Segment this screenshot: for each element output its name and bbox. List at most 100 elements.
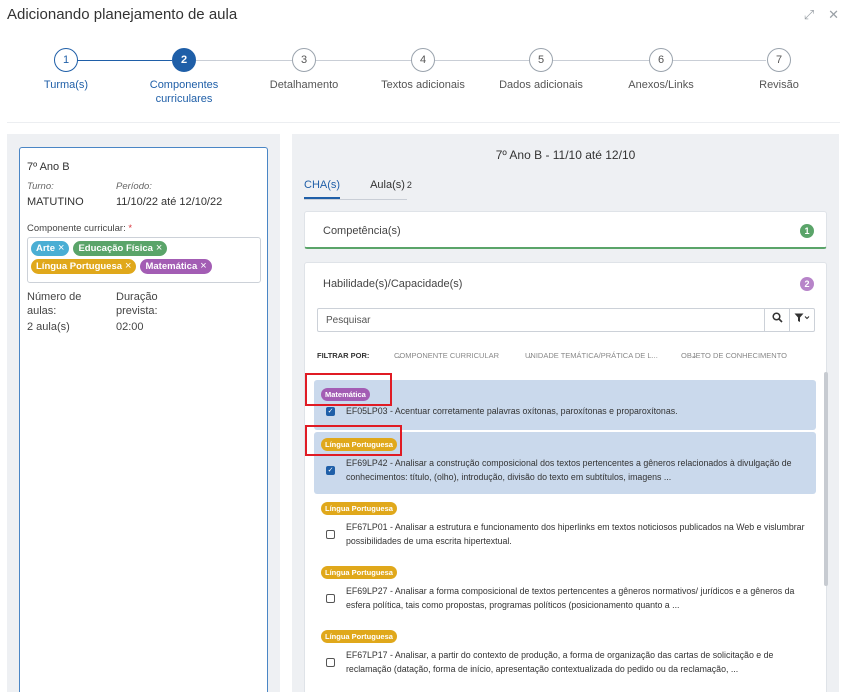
skill-checkbox[interactable] [326,530,335,539]
remove-tag-icon[interactable]: × [156,241,162,256]
period-label: Período: [116,181,152,192]
habilidades-accordion[interactable]: Habilidade(s)/Capacidade(s) 2 Pesquisar … [304,262,827,692]
skill-code: EF67LP01 [346,522,388,532]
skill-item[interactable]: Língua Portuguesa EF67LP17 - Analisar, a… [314,628,816,682]
step-revisao[interactable]: 7 Revisão [719,48,839,92]
step-label: Detalhamento [269,79,339,91]
tag-educacao-fisica: Educação Física × [73,241,168,256]
panel-heading: 7º Ano B - 11/10 até 12/10 [495,148,636,162]
expand-icon[interactable]: ⤢ [804,8,814,22]
filter-unidade-tematica[interactable]: UNIDADE TEMÁTICA/PRÁTICA DE L... ⌄ [525,351,658,360]
duration-value: 02:00 [116,321,144,333]
filter-row: FILTRAR POR: COMPONENTE CURRICULAR ⌄ UNI… [317,351,815,363]
period-value: 11/10/22 até 12/10/22 [116,196,223,208]
modal-title: Adicionando planejamento de aula [7,6,238,23]
tab-count: 2 [406,180,412,190]
divider [7,122,840,123]
filter-button[interactable] [789,309,814,331]
step-anexos-links[interactable]: 6 Anexos/Links [601,48,721,92]
step-number: 1 [54,48,78,72]
step-label: Componentes curriculares [149,79,219,105]
step-textos-adicionais[interactable]: 4 Textos adicionais [363,48,483,92]
search-box[interactable]: Pesquisar [317,308,815,332]
component-label: Componente curricular: * [27,223,132,234]
scrollbar[interactable] [824,372,828,586]
tab-aulas[interactable]: Aula(s) 2 [370,176,412,199]
component-label-text: Componente curricular: [27,223,126,234]
step-label: Turma(s) [43,79,89,91]
close-icon[interactable]: ✕ [828,8,839,22]
skill-checkbox[interactable]: ✓ [326,407,335,416]
step-componentes-curriculares[interactable]: 2 Componentes curriculares [124,48,244,106]
skill-code: EF69LP27 [346,586,388,596]
step-label: Revisão [759,79,799,91]
skill-item[interactable]: Língua Portuguesa EF67LP01 - Analisar a … [314,500,816,554]
filter-option: OBJETO DE CONHECIMENTO [681,351,787,360]
step-detalhamento[interactable]: 3 Detalhamento [244,48,364,92]
tab-chas[interactable]: CHA(s) [304,176,341,199]
tag-label: Língua Portuguesa [36,261,123,272]
tag-arte: Arte × [31,241,70,256]
duration-label: Duração prevista: [116,291,158,317]
skill-text: EF69LP27 - Analisar a forma composiciona… [346,584,806,612]
filter-label: FILTRAR POR: [317,351,370,360]
subject-badge: Língua Portuguesa [321,502,397,515]
skill-description: - Analisar a estrutura e funcionamento d… [346,522,805,546]
count-badge: 2 [800,277,814,291]
tabs: CHA(s) Aula(s) 2 [304,176,442,199]
step-number: 3 [292,48,316,72]
competencias-accordion[interactable]: Competência(s) 1 [304,211,827,249]
tag-label: Arte [36,243,56,254]
subject-badge: Língua Portuguesa [321,630,397,643]
remove-tag-icon[interactable]: × [200,259,206,274]
search-input[interactable]: Pesquisar [326,315,370,326]
skill-text: EF69LP42 - Analisar a construção composi… [346,456,806,484]
skill-code: EF67LP17 [346,650,388,660]
filter-option: UNIDADE TEMÁTICA/PRÁTICA DE L... [525,351,658,360]
filter-option: COMPONENTE CURRICULAR [394,351,500,360]
shift-label: Turno: [27,181,54,192]
class-card[interactable]: 7º Ano B Turno: MATUTINO Período: 11/10/… [19,147,268,692]
filter-icon [794,313,810,322]
skill-item[interactable]: Língua Portuguesa EF69LP27 - Analisar a … [314,564,816,618]
step-number: 4 [411,48,435,72]
accordion-title: Competência(s) [323,225,401,237]
tag-label: Matemática [145,261,198,272]
subject-badge: Língua Portuguesa [321,566,397,579]
step-number: 2 [172,48,196,72]
step-label: Textos adicionais [381,79,465,91]
remove-tag-icon[interactable]: × [58,241,64,256]
step-number: 7 [767,48,791,72]
step-dados-adicionais[interactable]: 5 Dados adicionais [481,48,601,92]
remove-tag-icon[interactable]: × [125,259,131,274]
skill-description: - Analisar a forma composicional de text… [346,586,795,610]
search-button[interactable] [764,309,789,331]
step-turmas[interactable]: 1 Turma(s) [6,48,126,92]
skill-text: EF67LP01 - Analisar a estrutura e funcio… [346,520,806,548]
skill-checkbox[interactable] [326,658,335,667]
filter-objeto-conhecimento[interactable]: OBJETO DE CONHECIMENTO ⌄ [681,351,787,360]
required-mark: * [128,223,133,234]
step-number: 5 [529,48,553,72]
lessons-value: 2 aula(s) [27,321,70,333]
tag-lingua-portuguesa: Língua Portuguesa × [31,259,137,274]
component-multiselect[interactable]: Arte × Educação Física × Língua Portuguesa… [27,237,261,283]
search-icon [771,312,783,323]
lessons-label: Número de aulas: [27,291,82,317]
skill-code: EF05LP03 [346,406,388,416]
skill-checkbox[interactable] [326,594,335,603]
highlight-box [305,373,392,406]
tag-matematica: Matemática × [140,259,212,274]
filter-componente-curricular[interactable]: COMPONENTE CURRICULAR ⌄ [394,351,499,360]
tab-label: Aula(s) [370,179,405,191]
step-number: 6 [649,48,673,72]
skill-description: - Acentuar corretamente palavras oxítona… [387,406,678,416]
step-label: Anexos/Links [628,79,694,91]
skill-text: EF05LP03 - Acentuar corretamente palavra… [346,404,806,418]
tabs-underline [304,199,407,200]
skill-code: EF69LP42 [346,458,388,468]
skill-description: - Analisar a construção composicional do… [346,458,792,482]
count-badge: 1 [800,224,814,238]
class-name: 7º Ano B [27,161,70,173]
skill-checkbox[interactable]: ✓ [326,466,335,475]
